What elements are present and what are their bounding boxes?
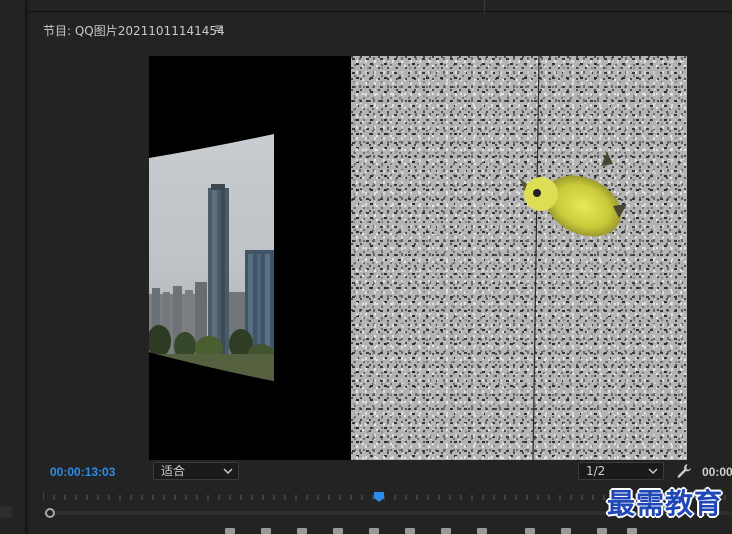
scrollbar-handle[interactable] — [45, 508, 55, 518]
wrench-icon[interactable] — [676, 463, 692, 479]
panel-title[interactable]: 节目: QQ图片20211011141454 — [43, 22, 225, 39]
playhead-marker-icon[interactable] — [374, 492, 384, 502]
lift-button[interactable] — [525, 528, 535, 534]
mark-in-button[interactable] — [261, 528, 271, 534]
step-forward-button[interactable] — [441, 528, 451, 534]
chevron-down-icon — [223, 468, 233, 474]
zoom-fit-dropdown[interactable]: 适合 — [153, 462, 239, 480]
current-timecode[interactable]: 00:00:13:03 — [50, 465, 115, 479]
extract-button[interactable] — [561, 528, 571, 534]
watermark-logo: 最需教育 — [607, 487, 724, 520]
playback-resolution-dropdown[interactable]: 1/2 — [578, 462, 664, 480]
left-panel — [0, 0, 27, 534]
transport-controls — [225, 526, 645, 534]
city-clip-image — [149, 134, 274, 381]
add-marker-button[interactable] — [225, 528, 235, 534]
export-frame-button[interactable] — [597, 528, 607, 534]
step-back-button[interactable] — [369, 528, 379, 534]
duration-timecode: 00:00 — [702, 465, 732, 479]
go-to-in-button[interactable] — [333, 528, 343, 534]
left-panel-handle[interactable] — [0, 506, 12, 518]
panel-menu-icon[interactable]: ≡ — [214, 21, 224, 35]
top-panel-strip — [29, 0, 732, 12]
play-button[interactable] — [405, 528, 415, 534]
zoom-fit-value: 适合 — [161, 464, 186, 478]
top-panel-divider — [484, 0, 485, 12]
granite-clip-image — [351, 56, 687, 460]
mark-out-button[interactable] — [297, 528, 307, 534]
go-to-out-button[interactable] — [477, 528, 487, 534]
program-viewer[interactable] — [149, 56, 687, 460]
chevron-down-icon — [648, 468, 658, 474]
more-buttons-button[interactable] — [627, 528, 637, 534]
playback-resolution-value: 1/2 — [586, 464, 606, 478]
program-monitor-panel: 节目: QQ图片20211011141454 ≡ 00:00:13:03 适合 … — [29, 12, 732, 534]
